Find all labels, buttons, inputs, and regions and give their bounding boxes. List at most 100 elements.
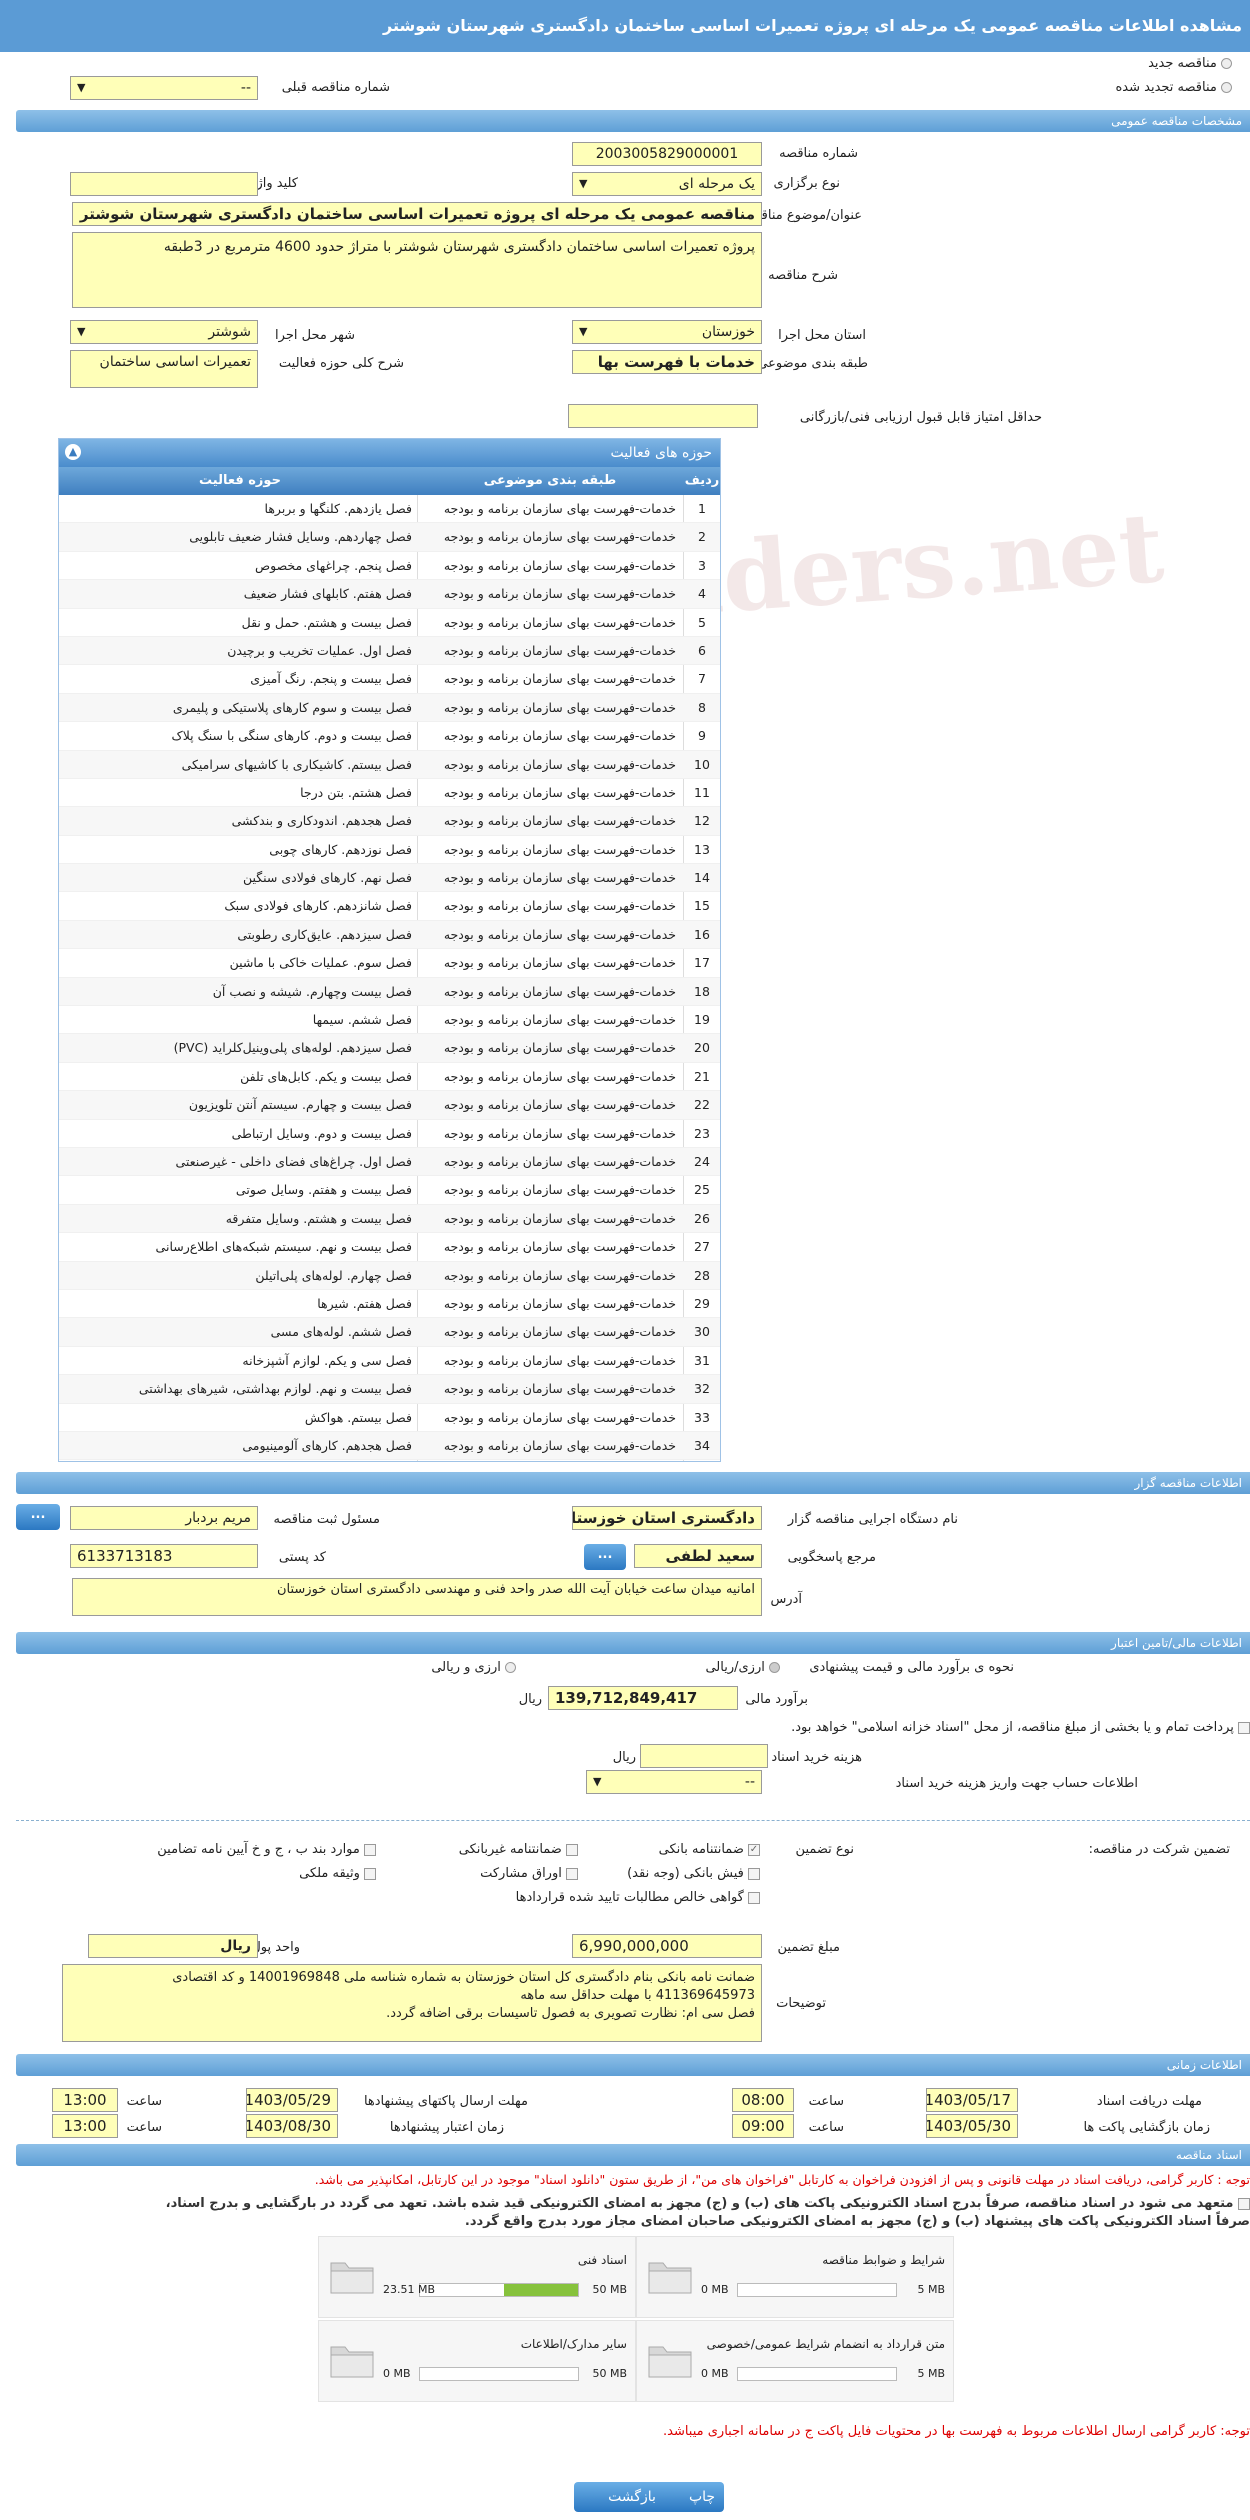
guarantee-opt-bonds[interactable]: اوراق مشارکت [480,1866,578,1881]
estimate-rial-radio[interactable]: ارزی/ریالی [705,1660,780,1675]
treasury-checkbox[interactable]: پرداخت تمام و یا بخشی از مبلغ مناقصه، از… [791,1720,1250,1735]
checkbox-icon [364,1843,376,1856]
account-select[interactable]: -- ▼ [586,1770,762,1794]
guarantee-opt-bank[interactable]: ✓ ضمانتنامه بانکی [659,1842,760,1857]
guarantee-opt-claims[interactable]: گواهی خالص مطالبات تایید شده قراردادها [516,1890,760,1905]
table-row: 30 خدمات-فهرست بهای سازمان برنامه و بودجه… [59,1318,720,1347]
renew-tender-radio[interactable]: مناقصه تجدید شده [1115,80,1232,95]
guarantee-opt-property[interactable]: وثیقه ملکی [299,1866,376,1881]
notes-field: ضمانت نامه بانکی بنام دادگستری کل استان … [62,1964,762,2042]
row-index: 24 [694,1153,710,1169]
type-label: نوع برگزاری [773,176,840,191]
prev-number-value: -- [240,80,251,96]
page-title: مشاهده اطلاعات مناقصه عمومی یک مرحله ای … [0,0,1250,52]
row-category: خدمات-فهرست بهای سازمان برنامه و بودجه [443,1409,676,1425]
section-general: مشخصات مناقصه عمومی [16,110,1250,132]
print-button[interactable]: چاپ [680,2482,724,2512]
notes-line: ضمانت نامه بانکی بنام دادگستری کل استان … [172,1970,755,1985]
row-index: 23 [694,1125,710,1141]
guarantee-opt-cash[interactable]: فیش بانکی (وجه نقد) [627,1866,760,1881]
row-index: 14 [694,870,710,886]
guarantee-opt-clauses[interactable]: موارد بند ب ، ج و خ آیین نامه تضامین [157,1842,376,1857]
header-row: ردیف [684,473,720,488]
table-row: 16 خدمات-فهرست بهای سازمان برنامه و بودجه… [59,920,720,950]
grid-title: حوزه های فعالیت [59,439,720,467]
row-activity: فصل بیست و دوم. کارهای سنگی با سنگ پلاک [171,728,413,744]
row-category: خدمات-فهرست بهای سازمان برنامه و بودجه [443,1182,676,1198]
back-button[interactable]: بازگشت [574,2482,690,2512]
row-activity: فصل بیست و نهم. لوازم بهداشتی، شیرهای به… [138,1381,412,1397]
document-file-box[interactable]: سایر مدارک/اطلاعات 50 MB 0 MB [318,2320,636,2402]
province-select[interactable]: خوزستان ▼ [572,320,762,344]
table-row: 31 خدمات-فهرست بهای سازمان برنامه و بودجه… [59,1347,720,1376]
estimate-rial-label: ارزی/ریالی [705,1660,765,1675]
row-category: خدمات-فهرست بهای سازمان برنامه و بودجه [443,756,676,772]
guarantee-opt-label: فیش بانکی (وجه نقد) [627,1866,744,1881]
file-used-size: 0 MB [383,2367,411,2380]
document-file-box[interactable]: شرایط و ضوابط مناقصه 5 MB 0 MB [636,2236,954,2318]
prev-number-label: شماره مناقصه قبلی [281,80,390,95]
desc-field: پروژه تعمیرات اساسی ساختمان دادگستری شهر… [72,232,762,308]
row-category: خدمات-فهرست بهای سازمان برنامه و بودجه [443,926,676,942]
postal-label: کد پستی [278,1550,326,1565]
guarantee-opt-nonbank[interactable]: ضمانتنامه غیربانکی [459,1842,578,1857]
row-index: 5 [698,614,706,630]
responder-field: سعید لطفی [634,1544,762,1568]
row-activity: فصل شانزدهم. کارهای فولادی سبک [224,898,412,914]
radio-icon [1221,82,1232,93]
chevron-down-icon: ▼ [77,81,86,94]
row-category: خدمات-فهرست بهای سازمان برنامه و بودجه [443,1295,676,1311]
row-activity: فصل بیست و هفتم. وسایل صوتی [235,1182,412,1198]
row-index: 13 [694,841,710,857]
receive-time: 08:00 [732,2088,794,2112]
table-row: 28 خدمات-فهرست بهای سازمان برنامه و بودجه… [59,1261,720,1290]
row-index: 4 [698,586,706,602]
table-row: 18 خدمات-فهرست بهای سازمان برنامه و بودجه… [59,977,720,1007]
send-time: 13:00 [52,2088,118,2112]
row-index: 27 [694,1239,710,1255]
city-select[interactable]: شوشتر ▼ [70,320,258,344]
notes-line: 411369645973 با مهلت حداقل سه ماهه [520,1988,755,2003]
type-value: یک مرحله ای [678,176,755,192]
guarantee-amount-field: 6,990,000,000 [572,1934,762,1958]
row-category: خدمات-فهرست بهای سازمان برنامه و بودجه [443,870,676,886]
notes-label: توضیحات [776,1996,826,2011]
table-row: 21 خدمات-فهرست بهای سازمان برنامه و بودجه… [59,1063,720,1092]
table-row: 34 خدمات-فهرست بهای سازمان برنامه و بودجه… [59,1431,720,1461]
row-activity: فصل بیست وچهارم. شیشه و نصب آن [212,983,412,999]
type-select[interactable]: یک مرحله ای ▼ [572,172,762,196]
responder-more-button[interactable]: ... [584,1544,626,1570]
table-row: 12 خدمات-فهرست بهای سازمان برنامه و بودجه… [59,807,720,836]
table-row: 15 خدمات-فهرست بهای سازمان برنامه و بودجه… [59,892,720,921]
table-row: 29 خدمات-فهرست بهای سازمان برنامه و بودجه… [59,1290,720,1319]
row-category: خدمات-فهرست بهای سازمان برنامه و بودجه [443,671,676,687]
document-file-box[interactable]: متن قرارداد به انضمام شرایط عمومی/خصوصی 5… [636,2320,954,2402]
province-label: استان محل اجرا [778,328,866,343]
row-activity: فصل بیست و یکم. کابل‌های تلفن [240,1068,412,1084]
row-activity: فصل سیزدهم. عایق‌کاری رطوبتی [237,926,412,942]
registrar-more-button[interactable]: ... [16,1504,60,1530]
row-activity: فصل نهم. کارهای فولادی سنگین [242,870,412,886]
row-activity: فصل سی و یکم. لوازم آشپزخانه [242,1352,412,1368]
row-index: 18 [694,983,710,999]
row-category: خدمات-فهرست بهای سازمان برنامه و بودجه [443,983,676,999]
collapse-icon[interactable]: ▲ [65,444,81,460]
row-index: 11 [694,784,710,800]
file-used-size: 23.51 MB [383,2283,436,2296]
checkbox-icon [1238,2197,1250,2210]
new-tender-radio[interactable]: مناقصه جدید [1148,56,1232,71]
guarantee-unit-label: واحد پول [251,1940,300,1955]
commitment-text-1: متعهد می شود در اسناد مناقصه، صرفاً بدرج… [165,2196,1234,2211]
folder-icon [330,2346,374,2378]
documents-note: توجه : کاربر گرامی، دریافت اسناد در مهلت… [314,2172,1250,2187]
document-file-box[interactable]: اسناد فنی 50 MB 23.51 MB [318,2236,636,2318]
new-tender-label: مناقصه جدید [1148,56,1217,71]
responder-label: مرجع پاسخگویی [787,1550,876,1565]
prev-number-select[interactable]: -- ▼ [70,76,258,100]
checkbox-icon [748,1891,760,1904]
file-label: اسناد فنی [577,2253,627,2267]
row-category: خدمات-فهرست بهای سازمان برنامه و بودجه [443,1324,676,1340]
doc-cost-label: هزینه خرید اسناد [771,1750,862,1765]
row-index: 19 [694,1012,710,1028]
estimate-both-radio[interactable]: ارزی و ریالی [431,1660,516,1675]
